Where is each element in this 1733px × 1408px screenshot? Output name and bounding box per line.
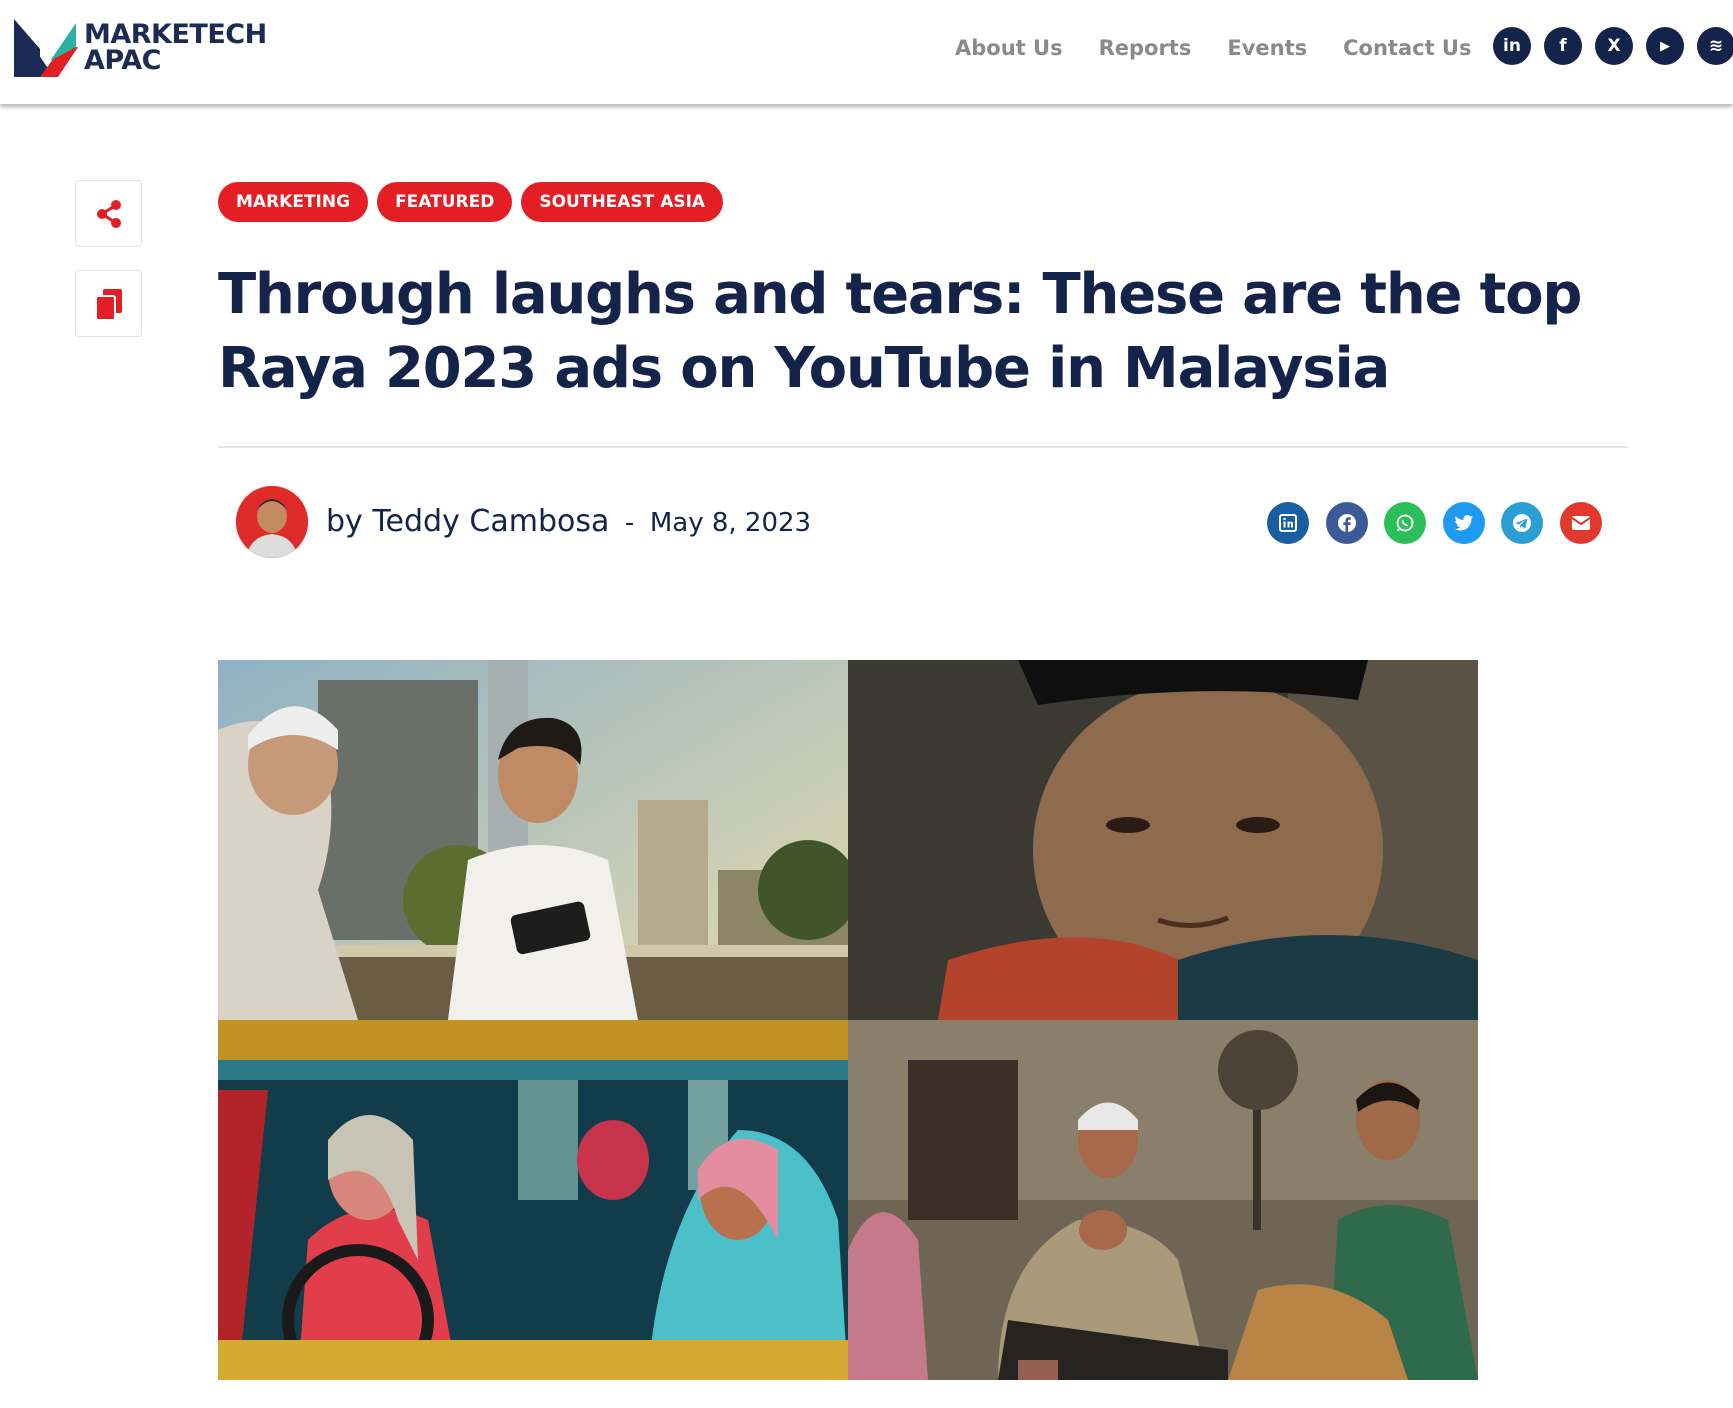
hero-image bbox=[218, 660, 1478, 1380]
nav-events[interactable]: Events bbox=[1227, 36, 1307, 60]
title-divider bbox=[218, 446, 1628, 448]
linkedin-share-icon[interactable] bbox=[1267, 502, 1309, 544]
car-scene-image bbox=[218, 1020, 848, 1380]
author-name[interactable]: by Teddy Cambosa bbox=[326, 504, 609, 539]
site-header: MARKETECH APAC About Us Reports Events C… bbox=[0, 0, 1733, 104]
x-icon[interactable]: X bbox=[1595, 27, 1633, 65]
linkedin-icon[interactable]: in bbox=[1493, 27, 1531, 65]
byline-separator: - bbox=[624, 508, 635, 538]
article-tags: MARKETING FEATURED SOUTHEAST ASIA bbox=[218, 182, 732, 222]
telegram-share-icon[interactable] bbox=[1501, 502, 1543, 544]
facebook-share-icon[interactable] bbox=[1325, 502, 1368, 544]
share-button[interactable] bbox=[75, 180, 142, 247]
copy-icon bbox=[94, 288, 122, 321]
header-social-links: in f X ▶ ≋ bbox=[1493, 27, 1733, 65]
share-icon bbox=[96, 199, 121, 228]
site-logo[interactable]: MARKETECH APAC bbox=[14, 18, 274, 78]
prayer-scene-image bbox=[848, 1020, 1478, 1380]
logo-mark-icon bbox=[14, 19, 78, 77]
tag-featured[interactable]: FEATURED bbox=[377, 182, 513, 222]
share-buttons bbox=[1267, 502, 1618, 544]
spotify-icon[interactable]: ≋ bbox=[1697, 27, 1733, 65]
email-share-icon[interactable] bbox=[1559, 502, 1602, 544]
article-title: Through laughs and tears: These are the … bbox=[218, 262, 1583, 401]
nav-about-us[interactable]: About Us bbox=[955, 36, 1063, 60]
twitter-share-icon[interactable] bbox=[1442, 502, 1485, 544]
logo-text: MARKETECH APAC bbox=[84, 21, 267, 76]
tag-marketing[interactable]: MARKETING bbox=[218, 182, 369, 222]
byline: by Teddy Cambosa - May 8, 2023 bbox=[326, 504, 811, 539]
author-avatar[interactable] bbox=[236, 486, 308, 558]
logo-line-2: APAC bbox=[84, 45, 161, 76]
nav-reports[interactable]: Reports bbox=[1099, 36, 1192, 60]
city-scene-image bbox=[218, 660, 848, 1020]
closeup-scene-image bbox=[848, 660, 1478, 1020]
hero-panel-closeup bbox=[848, 660, 1478, 1020]
publish-date: May 8, 2023 bbox=[649, 508, 812, 538]
copy-link-button[interactable] bbox=[75, 270, 142, 337]
youtube-icon[interactable]: ▶ bbox=[1646, 27, 1684, 65]
whatsapp-share-icon[interactable] bbox=[1384, 502, 1426, 544]
hero-panel-city bbox=[218, 660, 848, 1020]
main-nav: About Us Reports Events Contact Us bbox=[955, 36, 1507, 60]
nav-contact-us[interactable]: Contact Us bbox=[1343, 36, 1471, 60]
facebook-icon[interactable]: f bbox=[1544, 27, 1582, 65]
avatar-portrait bbox=[236, 486, 308, 558]
hero-panel-prayer bbox=[848, 1020, 1478, 1380]
hero-panel-car bbox=[218, 1020, 848, 1380]
tag-southeast-asia[interactable]: SOUTHEAST ASIA bbox=[521, 182, 724, 222]
